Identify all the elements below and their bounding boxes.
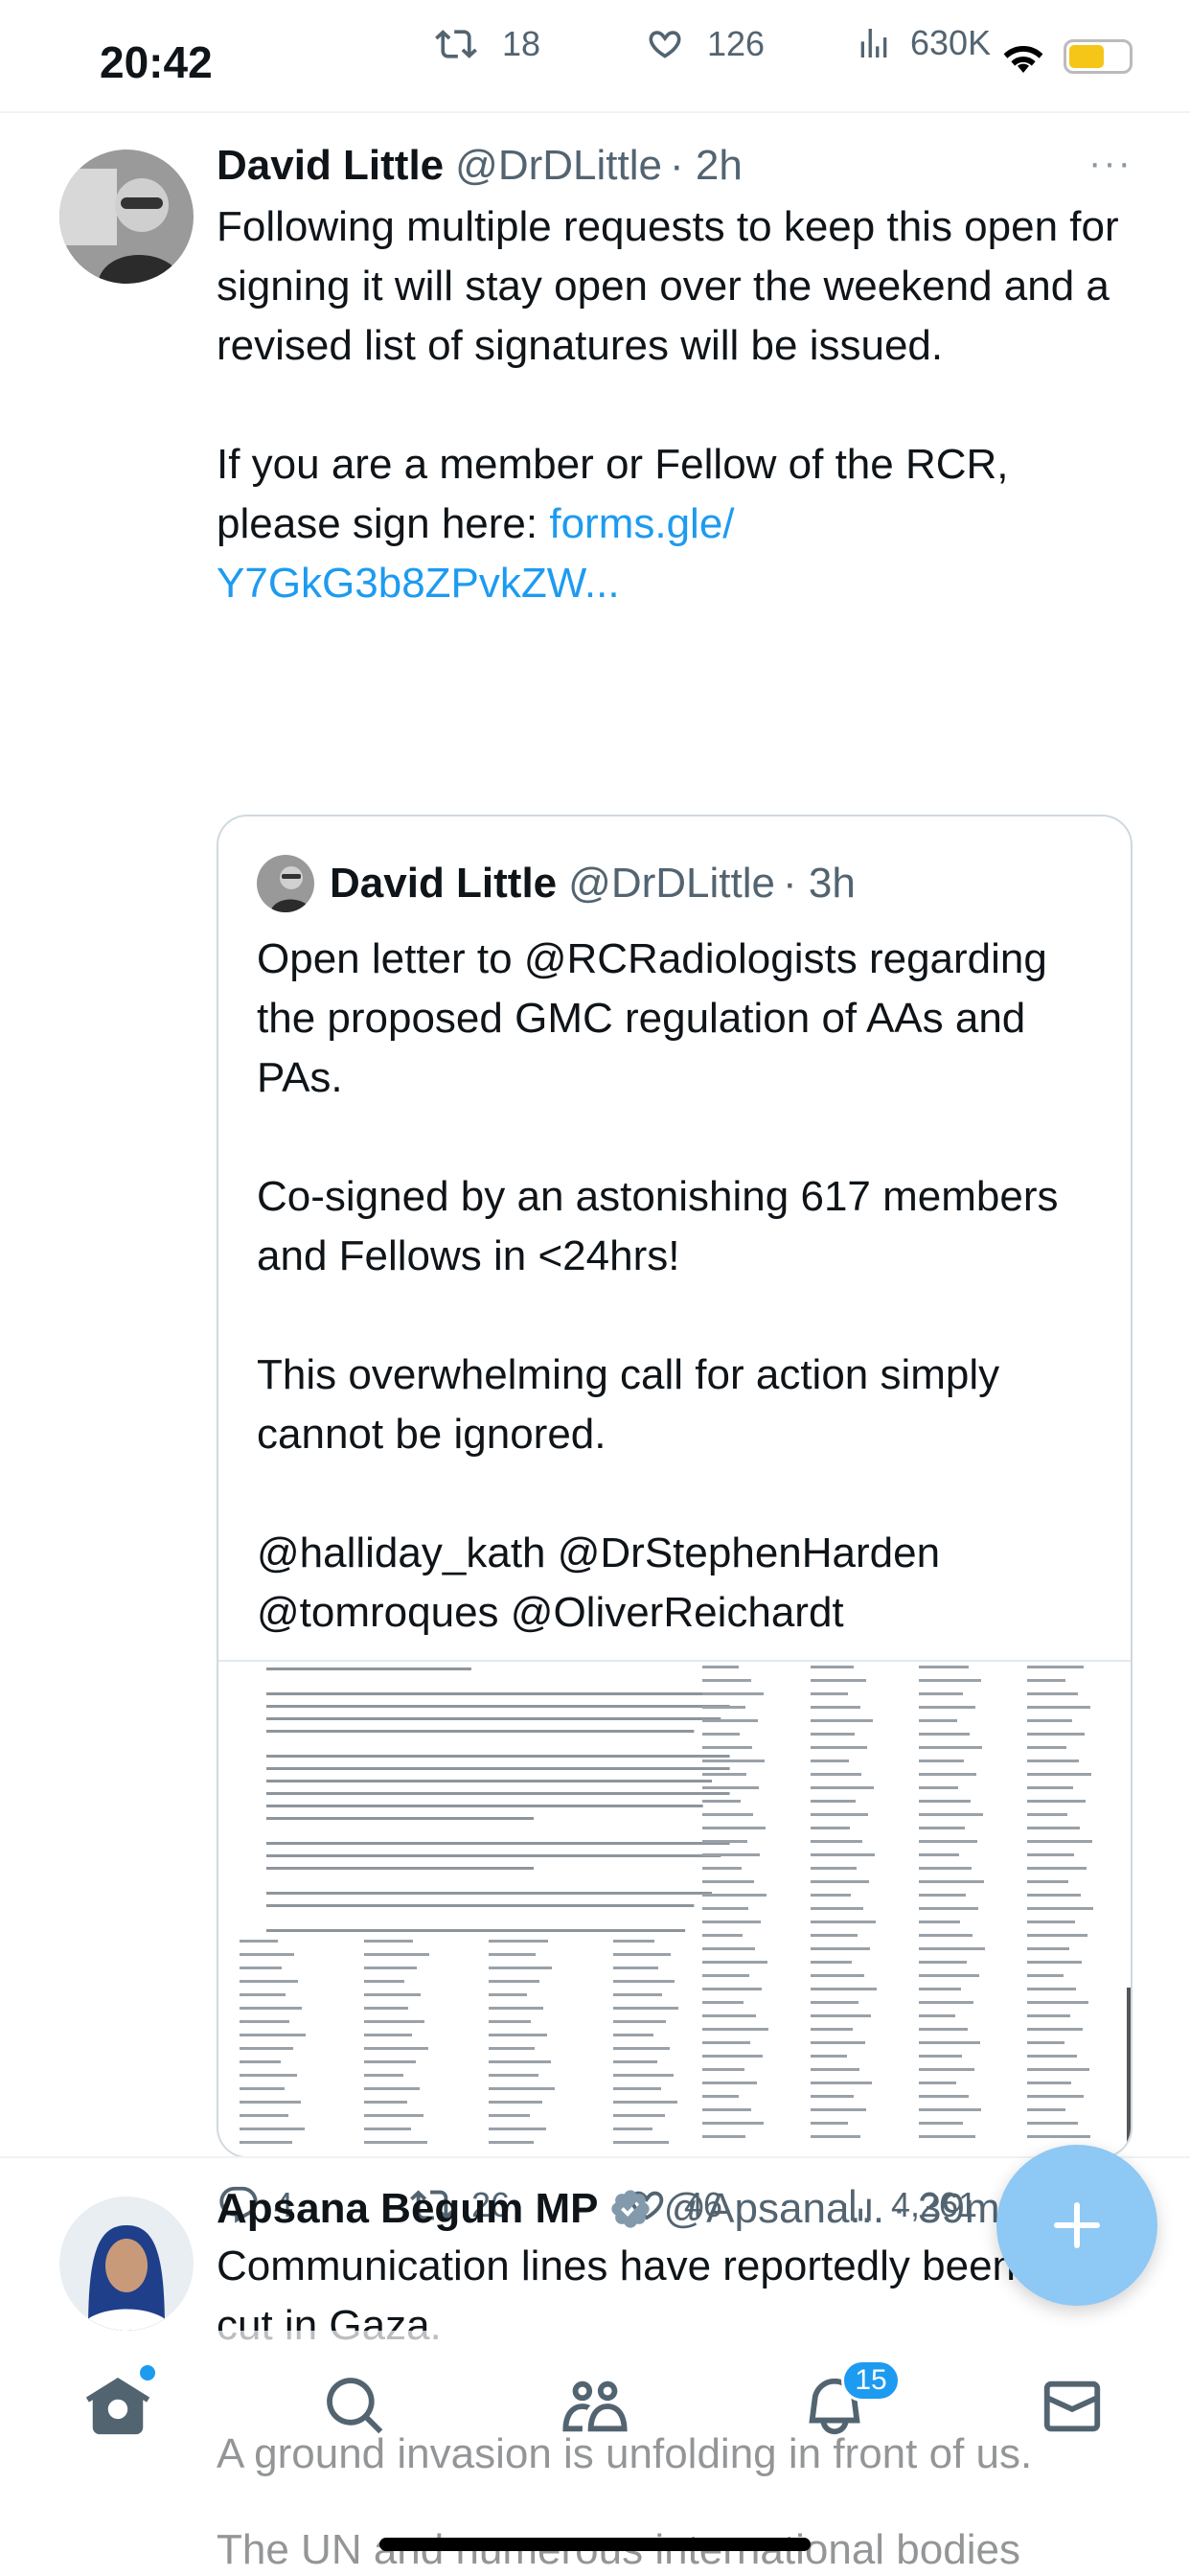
verified-badge-icon	[610, 2190, 650, 2228]
overlay-view-count: 630K	[855, 23, 991, 63]
wifi-icon	[1003, 46, 1043, 73]
quote-text: Open letter to @RCRadiologists regarding…	[257, 935, 1059, 1636]
quoted-tweet[interactable]: David Little @DrDLittle · 3h Open letter…	[217, 815, 1133, 2158]
tweet-header: Apsana Begum MP @Apsana... · 39m	[217, 2185, 1133, 2233]
tab-messages[interactable]	[1039, 2373, 1106, 2445]
author-handle[interactable]: @DrDLittle	[455, 142, 662, 190]
status-icons	[998, 38, 1133, 75]
tweet-header: David Little @DrDLittle · 2h	[217, 142, 1133, 190]
status-bar: 20:42 18 126 630K	[0, 0, 1190, 113]
communities-icon	[562, 2380, 628, 2432]
more-options-icon[interactable]: ···	[1088, 142, 1133, 185]
letter-image[interactable]	[218, 1660, 1131, 2156]
author-name[interactable]: Apsana Begum MP	[217, 2185, 599, 2233]
quote-author-name: David Little	[330, 860, 558, 907]
battery-icon	[1064, 39, 1133, 74]
plus-icon	[1054, 2202, 1100, 2248]
overlay-retweet-count: 18	[427, 23, 540, 65]
tweet-time: · 2h	[669, 142, 743, 189]
avatar[interactable]	[59, 150, 194, 284]
tweet-divider	[0, 2156, 1190, 2158]
tweet-text-line: Communication lines have reportedly been	[217, 2242, 1017, 2289]
author-name[interactable]: David Little	[217, 142, 444, 190]
views-icon	[860, 29, 887, 58]
home-unread-dot	[140, 2365, 155, 2380]
quote-time: · 3h	[782, 860, 856, 907]
tweet-text: Following multiple requests to keep this…	[217, 203, 1119, 607]
tweet-time: · 39m	[892, 2185, 1000, 2232]
quote-header: David Little @DrDLittle · 3h	[257, 855, 856, 912]
mail-icon	[1043, 2380, 1101, 2432]
tweet-content: David Little @DrDLittle · 2h ··· Followi…	[217, 142, 1133, 613]
heart-icon	[649, 31, 681, 58]
tab-search[interactable]	[322, 2373, 389, 2445]
author-handle[interactable]: @Apsana...	[664, 2185, 885, 2233]
quote-avatar	[257, 855, 314, 912]
tab-home[interactable]	[82, 2373, 153, 2445]
home-indicator	[379, 2538, 811, 2551]
status-time: 20:42	[100, 37, 213, 87]
retweet-icon	[435, 30, 477, 58]
search-icon	[327, 2378, 383, 2434]
home-icon	[85, 2377, 150, 2435]
letter-document-image	[240, 1666, 1131, 2150]
avatar[interactable]	[59, 2196, 194, 2331]
tab-communities[interactable]	[560, 2373, 630, 2445]
compose-button[interactable]	[996, 2145, 1157, 2306]
quote-author-handle: @DrDLittle	[568, 860, 775, 907]
notification-count-badge: 15	[841, 2359, 901, 2402]
overlay-like-count: 126	[640, 23, 765, 65]
